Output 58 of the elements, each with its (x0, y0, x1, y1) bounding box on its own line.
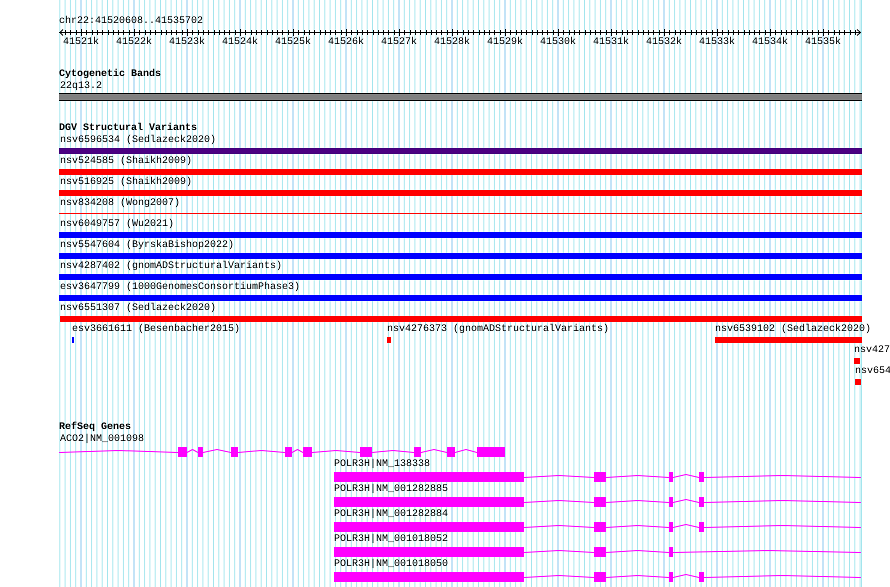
gene-label: POLR3H|NM_001282884 (334, 509, 448, 521)
variant-label: nsv6539102 (Sedlazeck2020) (715, 324, 872, 336)
tick-label: 41533k (699, 37, 735, 49)
variant-label: nsv524585 (Shaikh2009) (60, 156, 192, 168)
variant-label: nsv4287402 (gnomADStructuralVariants) (60, 261, 282, 273)
gene-model[interactable] (334, 572, 862, 582)
tick-label: 41535k (805, 37, 841, 49)
variant-bar[interactable] (59, 253, 862, 259)
variant-bar[interactable] (59, 295, 862, 301)
gene-label: POLR3H|NM_001018052 (334, 534, 448, 546)
variant-bar[interactable] (59, 169, 862, 175)
variant-bar[interactable] (59, 274, 862, 280)
tick-label: 41524k (222, 37, 258, 49)
tick-label: 41534k (752, 37, 788, 49)
variant-bar[interactable] (715, 337, 862, 343)
gene-label: ACO2|NM_001098 (60, 434, 144, 446)
location-label: chr22:41520608..41535702 (59, 16, 204, 28)
variant-label: nsv6596534 (Sedlazeck2020) (60, 135, 216, 147)
tick-label: 41523k (169, 37, 205, 49)
variant-label: esv3661611 (Besenbacher2015) (72, 324, 240, 336)
tick-label: 41530k (540, 37, 576, 49)
variant-label: nsv5547604 (ByrskaBishop2022) (60, 240, 234, 252)
variant-label: nsv4276373 (gnomADStructuralVariants) (387, 324, 610, 336)
variant-bar[interactable] (59, 148, 862, 154)
gene-model[interactable] (59, 447, 505, 457)
band-label: 22q13.2 (60, 81, 104, 93)
gene-model[interactable] (334, 497, 862, 507)
tick-label: 41522k (116, 37, 152, 49)
tick-label: 41531k (593, 37, 629, 49)
track-title: Cytogenetic Bands (59, 69, 162, 80)
variant-label: nsv6551307 (Sedlazeck2020) (60, 303, 216, 315)
gene-model[interactable] (334, 547, 862, 557)
variant-label: nsv6049757 (Wu2021) (60, 219, 174, 231)
variant-bar[interactable] (59, 232, 862, 238)
tick-label: 41529k (487, 37, 523, 49)
variant-label: nsv427 (854, 345, 890, 357)
variant-bar[interactable] (387, 337, 391, 343)
tick-label: 41528k (434, 37, 470, 49)
variant-label: esv3647799 (1000GenomesConsortiumPhase3) (60, 282, 300, 294)
gene-model[interactable] (334, 522, 862, 532)
variant-bar[interactable] (854, 358, 860, 364)
gene-label: POLR3H|NM_001018050 (334, 559, 448, 571)
tick-label: 41521k (63, 37, 99, 49)
tick-label: 41526k (328, 37, 364, 49)
tick-label: 41527k (381, 37, 417, 49)
tick-label: 41525k (275, 37, 311, 49)
variant-label: nsv516925 (Shaikh2009) (60, 177, 192, 189)
gene-model[interactable] (334, 472, 862, 482)
variant-bar[interactable] (855, 379, 861, 385)
variant-label: nsv834208 (Wong2007) (60, 198, 180, 210)
tick-label: 41532k (646, 37, 682, 49)
variant-bar[interactable] (60, 316, 862, 322)
track-title: DGV Structural Variants (59, 123, 198, 134)
gene-label: POLR3H|NM_001282885 (334, 484, 448, 496)
gene-label: POLR3H|NM_138338 (334, 459, 430, 471)
track-title: RefSeq Genes (59, 422, 132, 433)
variant-bar[interactable] (59, 190, 862, 196)
chromosome-band[interactable] (59, 93, 862, 101)
